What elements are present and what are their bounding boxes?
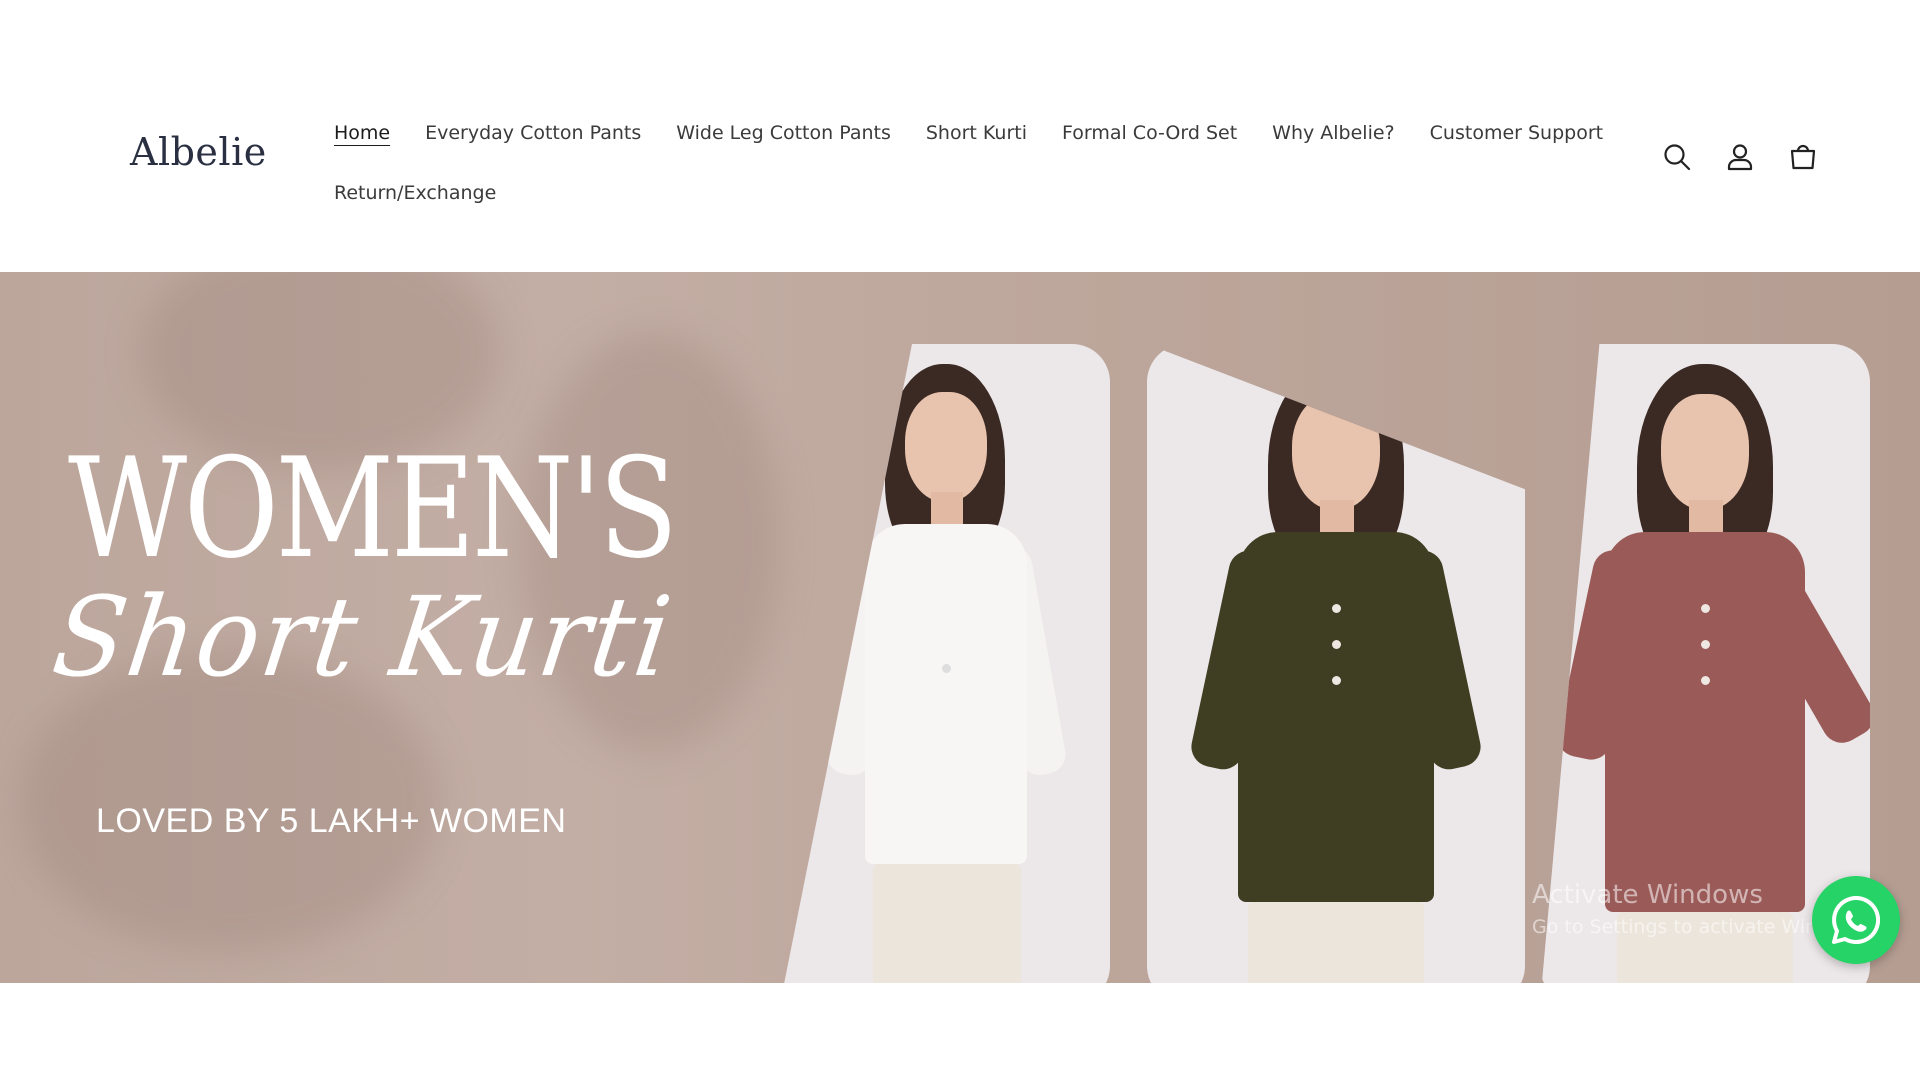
main-nav: Home Everyday Cotton Pants Wide Leg Cott… (334, 116, 1603, 210)
search-icon[interactable] (1660, 140, 1694, 174)
nav-formal-co-ord-set[interactable]: Formal Co-Ord Set (1062, 122, 1237, 144)
site-header: Albelie Home Everyday Cotton Pants Wide … (0, 0, 1920, 272)
nav-customer-support[interactable]: Customer Support (1430, 122, 1603, 144)
model-white-kurti (780, 344, 1110, 983)
page: Albelie Home Everyday Cotton Pants Wide … (0, 0, 1920, 1080)
hero-tagline: LOVED BY 5 LAKH+ WOMEN (96, 802, 567, 840)
whatsapp-button[interactable] (1812, 876, 1900, 964)
nav-everyday-cotton-pants[interactable]: Everyday Cotton Pants (425, 122, 641, 144)
nav-home[interactable]: Home (334, 122, 390, 144)
nav-row-1: Home Everyday Cotton Pants Wide Leg Cott… (334, 116, 1603, 150)
nav-row-2: Return/Exchange (334, 176, 1584, 210)
whatsapp-icon (1832, 895, 1881, 944)
hero-script-title: Short Kurti (46, 573, 680, 701)
nav-why-albelie[interactable]: Why Albelie? (1272, 122, 1394, 144)
nav-wide-leg-cotton-pants[interactable]: Wide Leg Cotton Pants (676, 122, 891, 144)
account-icon[interactable] (1723, 140, 1757, 174)
nav-short-kurti[interactable]: Short Kurti (926, 122, 1027, 144)
nav-return-exchange[interactable]: Return/Exchange (334, 182, 496, 204)
brand-logo[interactable]: Albelie (130, 130, 267, 174)
model-olive-kurti (1147, 344, 1525, 983)
hero-title: WOMEN'S (68, 428, 678, 589)
cart-icon[interactable] (1786, 140, 1820, 174)
header-icons (1660, 140, 1820, 174)
hero-banner[interactable]: WOMEN'S Short Kurti LOVED BY 5 LAKH+ WOM… (0, 272, 1920, 983)
